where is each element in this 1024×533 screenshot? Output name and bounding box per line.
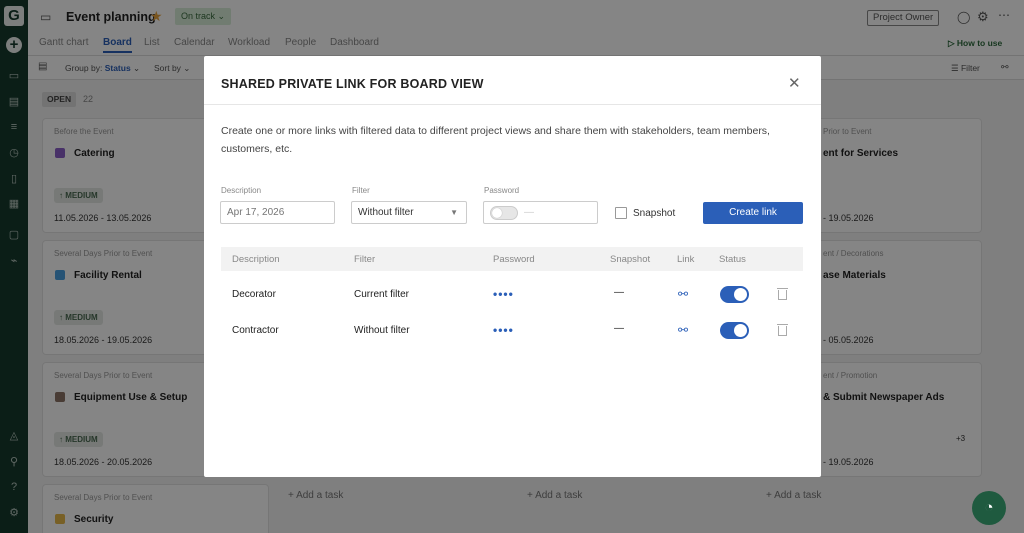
dialog-title: SHARED PRIVATE LINK FOR BOARD VIEW bbox=[221, 77, 484, 91]
col-password: Password bbox=[493, 254, 535, 265]
close-icon[interactable]: ✕ bbox=[788, 74, 801, 92]
dialog-description: Create one or more links with filtered d… bbox=[221, 125, 770, 155]
trash-icon[interactable] bbox=[777, 288, 788, 300]
col-status: Status bbox=[719, 254, 746, 265]
row-password: •••• bbox=[493, 323, 514, 337]
support-chat-icon[interactable]: ◔ bbox=[972, 491, 1006, 525]
link-icon[interactable]: ⚯ bbox=[678, 287, 688, 301]
row-snapshot: — bbox=[614, 323, 624, 334]
snapshot-label: Snapshot bbox=[633, 208, 676, 219]
row-description: Decorator bbox=[232, 289, 276, 300]
col-filter: Filter bbox=[354, 254, 376, 265]
password-field[interactable]: — bbox=[483, 201, 598, 224]
filter-select[interactable]: Without filter ▼ bbox=[351, 201, 467, 224]
col-link: Link bbox=[677, 254, 695, 265]
status-toggle[interactable] bbox=[720, 322, 749, 339]
link-icon[interactable]: ⚯ bbox=[678, 323, 688, 337]
trash-icon[interactable] bbox=[777, 324, 788, 336]
row-snapshot: — bbox=[614, 287, 624, 298]
links-table-header: Description Filter Password Snapshot Lin… bbox=[221, 247, 803, 271]
row-description: Contractor bbox=[232, 325, 279, 336]
create-link-button[interactable]: Create link bbox=[703, 202, 803, 224]
filter-label: Filter bbox=[352, 186, 370, 195]
share-link-dialog: SHARED PRIVATE LINK FOR BOARD VIEW ✕ Cre… bbox=[204, 56, 821, 477]
row-filter: Without filter bbox=[354, 325, 410, 336]
row-password: •••• bbox=[493, 287, 514, 301]
description-input[interactable] bbox=[220, 201, 335, 224]
snapshot-checkbox[interactable] bbox=[615, 207, 627, 219]
password-toggle[interactable] bbox=[490, 206, 518, 220]
password-label: Password bbox=[484, 186, 520, 195]
password-placeholder: — bbox=[524, 207, 534, 218]
dialog-header: SHARED PRIVATE LINK FOR BOARD VIEW ✕ bbox=[204, 56, 821, 105]
status-toggle[interactable] bbox=[720, 286, 749, 303]
row-filter: Current filter bbox=[354, 289, 410, 300]
filter-select-value: Without filter bbox=[358, 207, 414, 218]
col-snapshot: Snapshot bbox=[610, 254, 651, 265]
chevron-down-icon: ▼ bbox=[450, 208, 458, 217]
description-label: Description bbox=[221, 186, 262, 195]
col-description: Description bbox=[232, 254, 280, 265]
